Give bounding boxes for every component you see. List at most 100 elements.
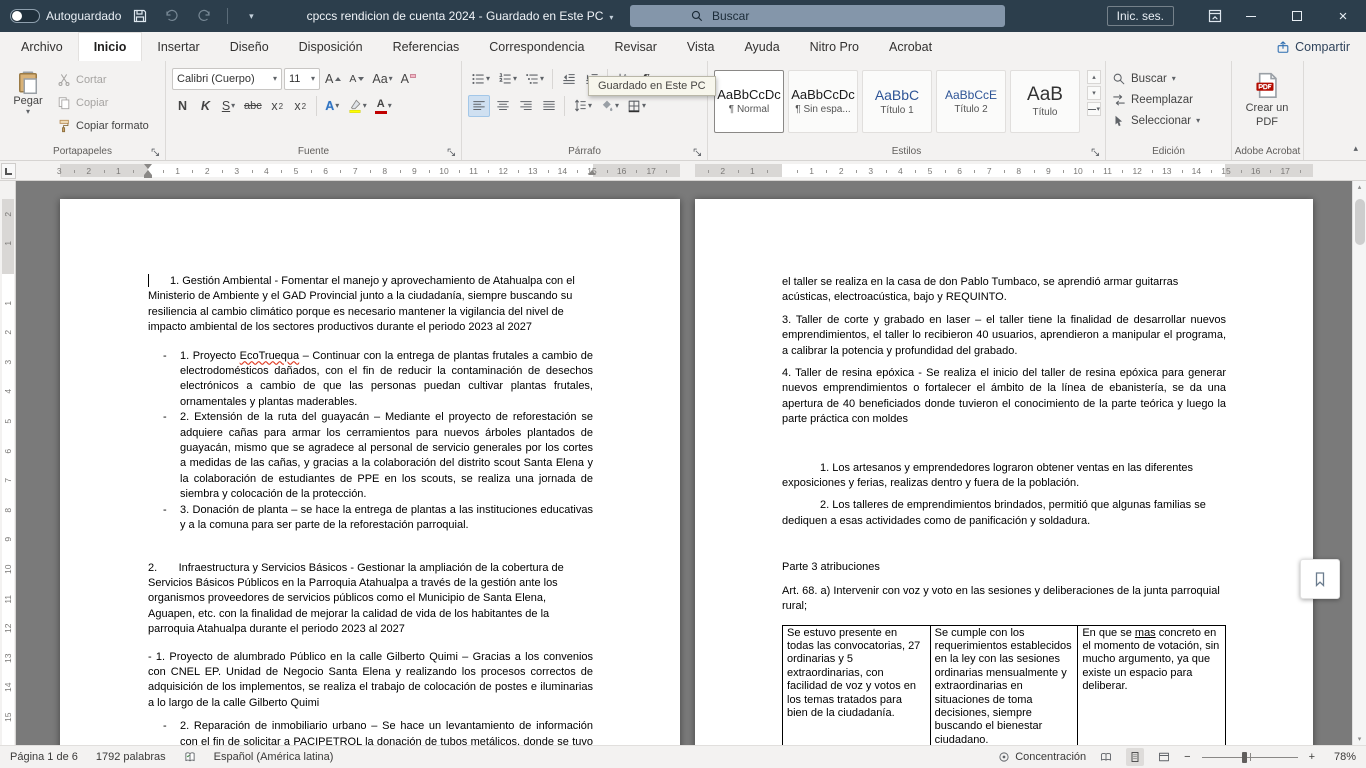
tab-dise-o[interactable]: Diseño: [215, 32, 284, 61]
left-indent-marker[interactable]: [144, 175, 152, 178]
paragraph[interactable]: 1. Gestión Ambiental - Fomentar el manej…: [148, 274, 593, 336]
scrollbar-thumb[interactable]: [1355, 199, 1365, 245]
align-left-button[interactable]: [468, 95, 490, 117]
paragraph[interactable]: -1. Proyecto EcoTruequa – Continuar con …: [180, 349, 593, 411]
line-spacing-button[interactable]: ▾: [570, 95, 595, 117]
vertical-ruler[interactable]: 12123456789101112131415: [0, 181, 16, 745]
table-cell[interactable]: Se cumple con los requerimientos estable…: [930, 625, 1078, 745]
bullets-button[interactable]: ▾: [468, 68, 493, 90]
tab-disposici-n[interactable]: Disposición: [284, 32, 378, 61]
bookmark-button[interactable]: [1300, 559, 1340, 599]
copy-button[interactable]: Copiar: [54, 92, 152, 114]
read-mode-button[interactable]: [1097, 748, 1115, 766]
zoom-percentage[interactable]: 78%: [1326, 751, 1356, 763]
zoom-slider[interactable]: [1202, 750, 1298, 764]
table-cell[interactable]: En que se mas concreto en el momento de …: [1078, 625, 1226, 745]
numbering-button[interactable]: ▾: [495, 68, 520, 90]
web-layout-button[interactable]: [1155, 748, 1173, 766]
strikethrough-button[interactable]: abc: [241, 95, 265, 117]
page-indicator[interactable]: Página 1 de 6: [10, 751, 78, 763]
replace-button[interactable]: Reemplazar: [1112, 89, 1226, 110]
align-right-button[interactable]: [515, 95, 536, 117]
maximize-button[interactable]: [1274, 0, 1320, 32]
paragraph[interactable]: - 1. Proyecto de alumbrado Público en la…: [148, 650, 593, 712]
format-painter-button[interactable]: Copiar formato: [54, 115, 152, 137]
underline-button[interactable]: S▾: [218, 95, 239, 117]
find-button[interactable]: Buscar▾: [1112, 68, 1226, 89]
style-card--normal[interactable]: AaBbCcDc¶ Normal: [714, 70, 784, 133]
paragraph[interactable]: Parte 3 atribuciones: [782, 560, 1226, 575]
paragraph[interactable]: Art. 68. a) Intervenir con voz y voto en…: [782, 584, 1226, 615]
undo-button[interactable]: [159, 3, 185, 29]
paste-dropdown-icon[interactable]: ▾: [26, 108, 30, 116]
style-card--sin-espa-[interactable]: AaBbCcDc¶ Sin espa...: [788, 70, 858, 133]
paragraph[interactable]: 2. Los talleres de emprendimientos brind…: [782, 498, 1226, 529]
font-dialog-launcher[interactable]: [446, 145, 457, 156]
justify-button[interactable]: [538, 95, 559, 117]
align-center-button[interactable]: [492, 95, 513, 117]
tab-vista[interactable]: Vista: [672, 32, 730, 61]
tab-nitro-pro[interactable]: Nitro Pro: [795, 32, 874, 61]
share-button[interactable]: Compartir: [1276, 32, 1350, 61]
table-cell[interactable]: Se estuvo presente en todas las convocat…: [783, 625, 931, 745]
multilevel-list-button[interactable]: ▾: [522, 68, 547, 90]
tab-stop-selector[interactable]: [1, 163, 16, 179]
scroll-up-arrow[interactable]: ▴: [1353, 183, 1366, 191]
paragraph[interactable]: 4. Taller de resina epóxica - Se realiza…: [782, 366, 1226, 428]
horizontal-ruler[interactable]: 1231234567891011121314151617121234567891…: [0, 161, 1366, 181]
redo-button[interactable]: [191, 3, 217, 29]
highlight-color-button[interactable]: ▾: [345, 95, 370, 117]
italic-button[interactable]: K: [195, 95, 216, 117]
tab-inicio[interactable]: Inicio: [78, 32, 143, 61]
clipboard-dialog-launcher[interactable]: [150, 145, 161, 156]
style-card-t-tulo-1[interactable]: AaBbCTítulo 1: [862, 70, 932, 133]
select-button[interactable]: Seleccionar▾: [1112, 110, 1226, 131]
vertical-scrollbar[interactable]: ▴ ▾: [1352, 181, 1366, 745]
save-button[interactable]: [127, 3, 153, 29]
paragraph-dialog-launcher[interactable]: [692, 145, 703, 156]
autosave-control[interactable]: Autoguardado: [10, 9, 121, 23]
print-layout-button[interactable]: [1126, 748, 1144, 766]
text-effects-button[interactable]: A▾: [322, 95, 343, 117]
sign-in-button[interactable]: Inic. ses.: [1107, 6, 1174, 26]
subscript-button[interactable]: x2: [267, 95, 288, 117]
change-case-button[interactable]: Aa▾: [369, 68, 395, 90]
styles-scroll-down-button[interactable]: ▾: [1087, 86, 1101, 100]
zoom-in-button[interactable]: +: [1309, 751, 1315, 763]
paragraph[interactable]: 1. Los artesanos y emprendedores lograro…: [782, 461, 1226, 492]
zoom-slider-thumb[interactable]: [1242, 752, 1247, 763]
collapse-ribbon-button[interactable]: ▴: [1353, 143, 1358, 154]
font-color-button[interactable]: A▾: [372, 95, 395, 117]
decrease-indent-button[interactable]: [558, 68, 579, 90]
language-indicator[interactable]: Español (América latina): [214, 751, 334, 763]
styles-dialog-launcher[interactable]: [1090, 145, 1101, 156]
cut-button[interactable]: Cortar: [54, 69, 152, 91]
grow-font-button[interactable]: A: [322, 68, 344, 90]
ribbon-display-options-button[interactable]: [1202, 3, 1228, 29]
paste-button[interactable]: Pegar ▾: [6, 68, 50, 137]
tab-archivo[interactable]: Archivo: [6, 32, 78, 61]
customize-quick-access-toolbar-button[interactable]: ▾: [238, 3, 264, 29]
tab-correspondencia[interactable]: Correspondencia: [474, 32, 599, 61]
close-button[interactable]: ×: [1320, 0, 1366, 32]
styles-scroll-up-button[interactable]: ▴: [1087, 70, 1101, 84]
proofing-status[interactable]: [184, 751, 196, 763]
document-table[interactable]: Se estuvo presente en todas las convocat…: [782, 625, 1226, 746]
borders-button[interactable]: ▾: [624, 95, 649, 117]
scroll-down-arrow[interactable]: ▾: [1353, 735, 1366, 743]
paragraph[interactable]: -2. Reparación de inmobiliario urbano – …: [180, 719, 593, 745]
tab-acrobat[interactable]: Acrobat: [874, 32, 947, 61]
styles-more-button[interactable]: ▾: [1087, 102, 1101, 116]
bold-button[interactable]: N: [172, 95, 193, 117]
autosave-toggle[interactable]: [10, 9, 40, 23]
zoom-out-button[interactable]: −: [1184, 751, 1190, 763]
shading-button[interactable]: ▾: [597, 95, 622, 117]
tab-revisar[interactable]: Revisar: [599, 32, 671, 61]
tab-insertar[interactable]: Insertar: [142, 32, 214, 61]
tab-referencias[interactable]: Referencias: [378, 32, 475, 61]
document-page-2[interactable]: el taller se realiza en la casa de don P…: [695, 199, 1313, 745]
create-pdf-button[interactable]: Crear un PDF: [1238, 68, 1296, 130]
first-line-indent-marker[interactable]: [144, 164, 152, 169]
paragraph[interactable]: 3. Taller de corte y grabado en laser – …: [782, 313, 1226, 359]
document-page-1[interactable]: 1. Gestión Ambiental - Fomentar el manej…: [60, 199, 680, 745]
